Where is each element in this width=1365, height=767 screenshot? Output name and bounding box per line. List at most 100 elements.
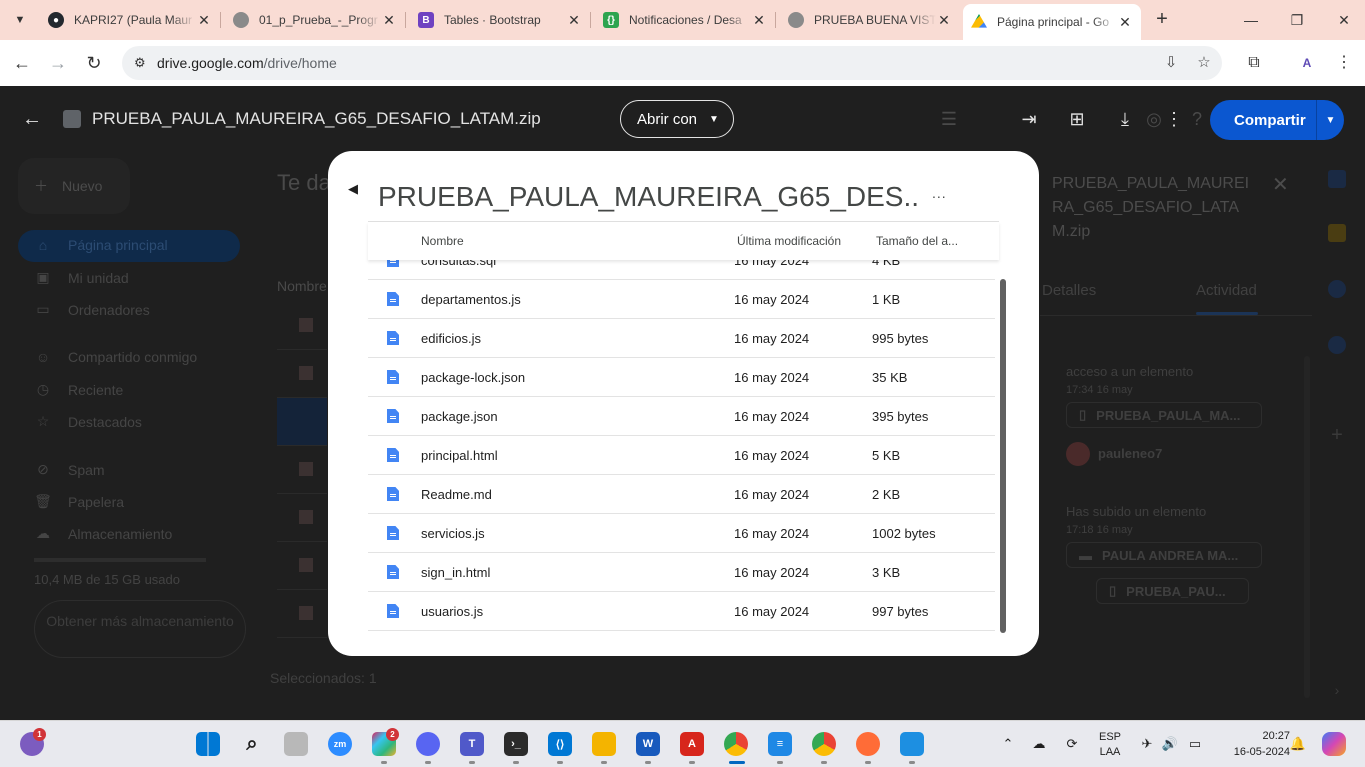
browser-tab[interactable]: PRUEBA BUENA VIST ✕ (780, 6, 960, 34)
task-view-icon[interactable] (284, 732, 308, 756)
restore-icon[interactable]: ❐ (1285, 8, 1309, 32)
back-arrow-icon[interactable]: ← (22, 108, 42, 131)
open-with-button[interactable]: Abrir con ▼ (620, 100, 734, 138)
download-icon[interactable]: ⤓ (1114, 108, 1136, 130)
language-indicator[interactable]: ESP (1096, 731, 1124, 743)
share-button[interactable]: Compartir ▼ (1210, 100, 1344, 140)
airplane-icon[interactable]: ✈ (1138, 735, 1156, 753)
list-item[interactable]: servicios.js 16 may 2024 1002 bytes (368, 514, 995, 553)
browser-tab[interactable]: 01_p_Prueba_-_Progr ✕ (225, 6, 406, 34)
share-dropdown-icon[interactable]: ▼ (1317, 115, 1344, 126)
dialog-more-icon[interactable]: ... (932, 185, 947, 201)
notepad-icon[interactable]: ≡ (768, 732, 792, 756)
url-text[interactable]: drive.google.com/drive/home (157, 55, 337, 71)
photos-icon[interactable] (900, 732, 924, 756)
list-item[interactable]: package.json 16 may 2024 395 bytes (368, 397, 995, 436)
globe-icon (233, 12, 249, 28)
globe-icon (788, 12, 804, 28)
minimize-icon[interactable]: — (1239, 8, 1263, 32)
install-app-icon[interactable]: ⇩ (1162, 54, 1180, 72)
chevron-up-icon[interactable]: ⌃ (999, 735, 1017, 753)
clock-time[interactable]: 20:27 (1210, 730, 1290, 742)
windows-start-icon[interactable] (196, 732, 220, 756)
document-icon (387, 604, 399, 618)
calendar-icon (1328, 170, 1346, 188)
chrome-profile-icon[interactable] (812, 732, 836, 756)
list-item[interactable]: departamentos.js 16 may 2024 1 KB (368, 280, 995, 319)
move-to-folder-icon[interactable]: ⇥ (1018, 108, 1040, 130)
browser-tab[interactable]: B Tables · Bootstrap ✕ (410, 6, 591, 34)
close-tab-icon[interactable]: ✕ (566, 12, 582, 29)
site-settings-icon[interactable]: ⚙ (134, 55, 150, 71)
list-item[interactable]: sign_in.html 16 may 2024 3 KB (368, 553, 995, 592)
add-comment-icon[interactable]: ⊞ (1066, 108, 1088, 130)
running-indicator (513, 761, 519, 764)
browser-tab[interactable]: {} Notificaciones / Desa ✕ (595, 6, 776, 34)
zoom-icon[interactable]: zm (328, 732, 352, 756)
running-indicator (381, 761, 387, 764)
column-modified[interactable]: Última modificación (737, 234, 841, 248)
notification-bell-icon[interactable]: 🔔 (1289, 735, 1307, 753)
forward-arrow-icon[interactable]: → (46, 51, 70, 75)
close-tab-icon[interactable]: ✕ (381, 12, 397, 29)
search-icon[interactable]: ⌕ (240, 732, 264, 756)
list-item[interactable]: consultas.sql 16 may 2024 4 KB (368, 257, 995, 280)
onedrive-icon[interactable]: ☁ (1030, 735, 1048, 753)
close-window-icon[interactable]: ✕ (1332, 8, 1356, 32)
browser-tab[interactable]: ● KAPRI27 (Paula Maur ✕ (40, 6, 221, 34)
home-icon: ⌂ (38, 237, 48, 253)
sync-icon[interactable]: ⟳ (1063, 735, 1081, 753)
acrobat-icon[interactable]: A (680, 732, 704, 756)
volume-icon[interactable]: 🔊 (1161, 735, 1179, 753)
extensions-puzzle-icon[interactable]: ⧉ (1243, 52, 1265, 74)
more-vert-icon[interactable]: ⋮ (1163, 108, 1185, 130)
word-icon[interactable]: W (636, 732, 660, 756)
file-icon (299, 318, 313, 332)
storage-bar (34, 558, 206, 562)
sidebar-label: Papelera (68, 493, 125, 510)
tab-details: Detalles (1042, 282, 1097, 299)
battery-icon[interactable]: ▭ (1186, 735, 1204, 753)
dialog-scrollbar[interactable] (1000, 279, 1006, 633)
column-size[interactable]: Tamaño del a... (876, 234, 958, 248)
copilot-icon[interactable] (1322, 732, 1346, 756)
new-tab-button[interactable]: + (1150, 8, 1174, 32)
dialog-back-icon[interactable]: ◀ (348, 181, 358, 197)
browser-toolbar: ← → ↻ ⚙ drive.google.com/drive/home ⇩ ☆ … (0, 40, 1365, 86)
list-item[interactable]: package-lock.json 16 may 2024 35 KB (368, 358, 995, 397)
keyboard-layout[interactable]: LAA (1096, 746, 1124, 758)
list-item[interactable]: principal.html 16 may 2024 5 KB (368, 436, 995, 475)
document-icon (387, 487, 399, 501)
tab-search-chevron-icon[interactable]: ▼ (8, 8, 32, 32)
close-tab-icon[interactable]: ✕ (751, 12, 767, 29)
list-item[interactable]: usuarios.js 16 may 2024 997 bytes (368, 592, 995, 631)
clock-date[interactable]: 16-05-2024 (1210, 746, 1290, 758)
column-header-name: Nombre (277, 278, 327, 294)
chrome-menu-icon[interactable]: ⋮ (1333, 52, 1355, 74)
chip-label: PRUEBA_PAULA_MA... (1096, 407, 1241, 423)
close-tab-icon[interactable]: ✕ (936, 12, 952, 29)
bookmark-star-icon[interactable]: ☆ (1195, 54, 1213, 72)
back-arrow-icon[interactable]: ← (10, 51, 34, 75)
tab-divider (1040, 315, 1312, 316)
address-bar[interactable]: ⚙ drive.google.com/drive/home ⇩ ☆ (122, 46, 1222, 80)
browser-tab-active[interactable]: Página principal - Go ✕ (963, 4, 1141, 40)
column-name[interactable]: Nombre (421, 234, 464, 248)
vscode-icon[interactable]: ⟨⟩ (548, 732, 572, 756)
active-indicator (729, 761, 745, 764)
file-name: package-lock.json (421, 370, 526, 385)
file-explorer-icon[interactable] (592, 732, 616, 756)
postman-icon[interactable] (856, 732, 880, 756)
file-date: 16 may 2024 (734, 526, 810, 541)
profile-avatar-icon[interactable]: A (1296, 52, 1318, 74)
close-tab-icon[interactable]: ✕ (1117, 14, 1133, 31)
close-tab-icon[interactable]: ✕ (196, 12, 212, 29)
list-item[interactable]: edificios.js 16 may 2024 995 bytes (368, 319, 995, 358)
check-circle-icon: ◎ (1146, 109, 1162, 129)
discord-icon[interactable] (416, 732, 440, 756)
reload-icon[interactable]: ↻ (82, 51, 106, 75)
terminal-icon[interactable]: ›_ (504, 732, 528, 756)
chrome-icon[interactable] (724, 732, 748, 756)
list-item[interactable]: Readme.md 16 may 2024 2 KB (368, 475, 995, 514)
teams-icon[interactable]: T (460, 732, 484, 756)
